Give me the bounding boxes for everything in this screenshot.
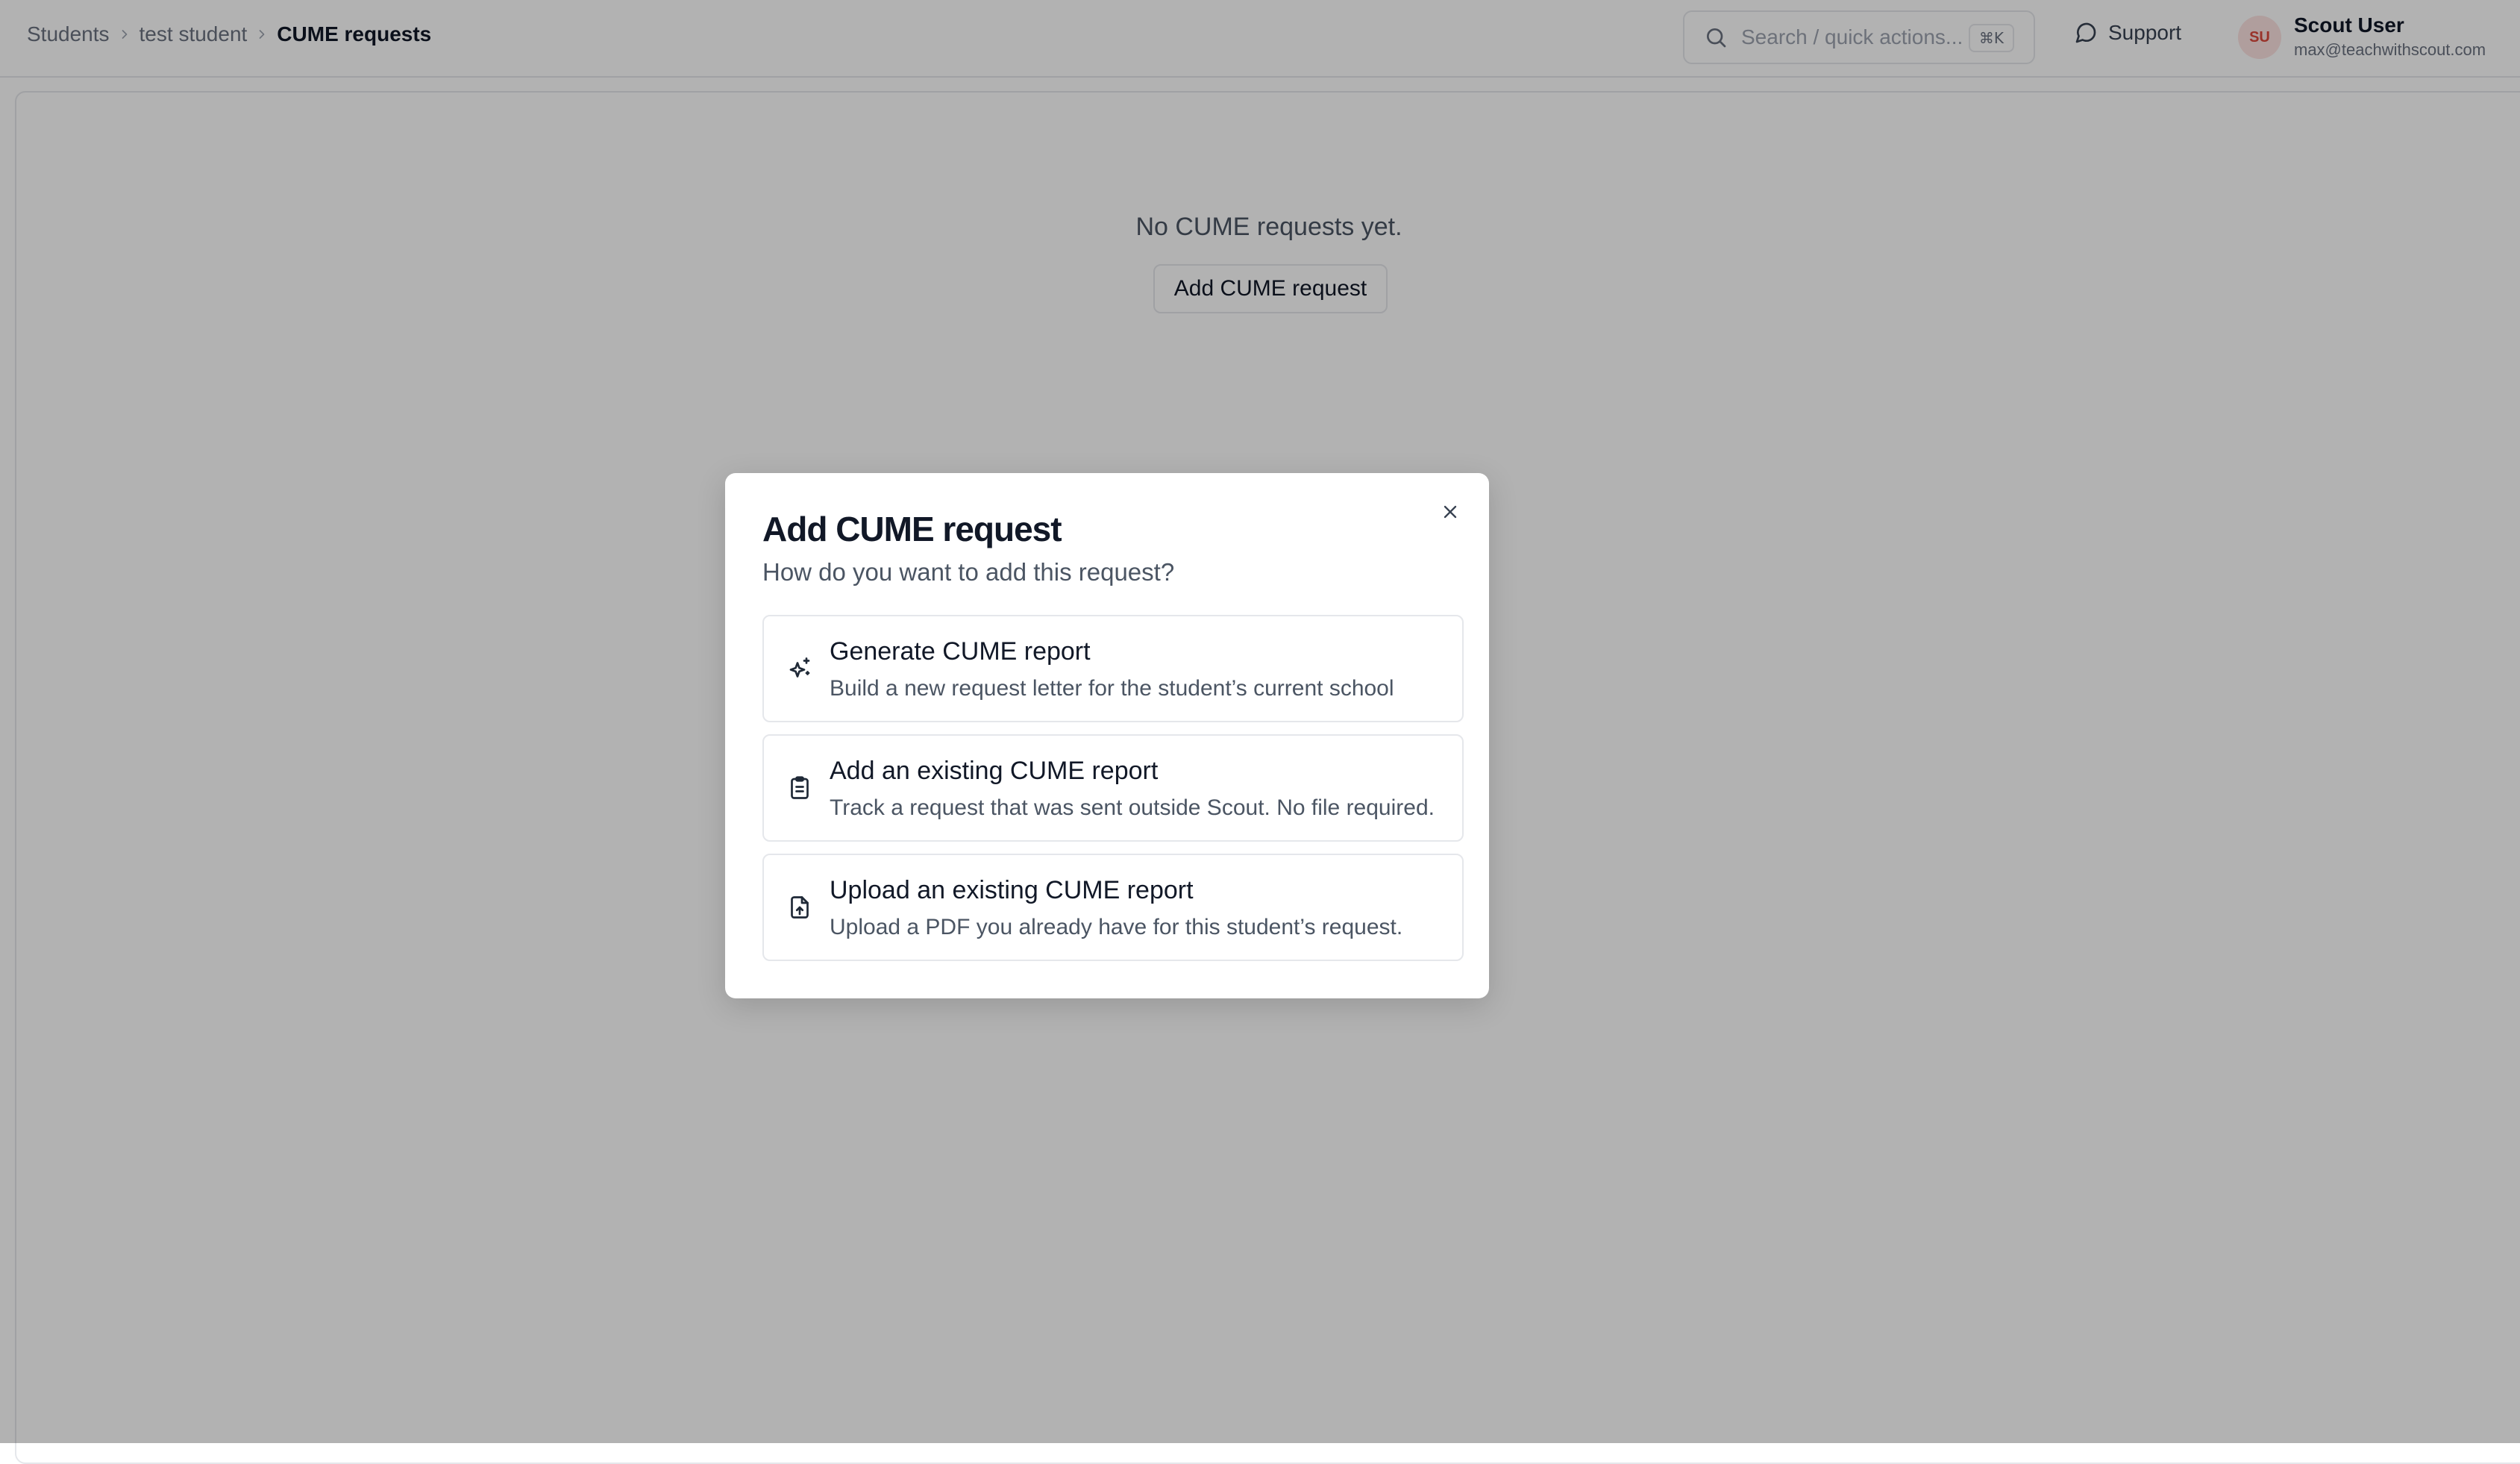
close-button[interactable] bbox=[1435, 497, 1465, 527]
dialog-title: Add CUME request bbox=[762, 510, 1062, 548]
option-title: Add an existing CUME report bbox=[830, 757, 1159, 785]
option-title: Generate CUME report bbox=[830, 637, 1091, 666]
file-upload-icon bbox=[791, 896, 809, 919]
add-existing-cume-report-option[interactable]: Add an existing CUME report Track a requ… bbox=[762, 734, 1464, 842]
option-title: Upload an existing CUME report bbox=[830, 876, 1194, 904]
add-cume-request-dialog: Add CUME request How do you want to add … bbox=[725, 473, 1489, 998]
generate-cume-report-option[interactable]: Generate CUME report Build a new request… bbox=[762, 615, 1464, 722]
option-description: Upload a PDF you already have for this s… bbox=[830, 915, 1403, 939]
sparkles-icon bbox=[789, 657, 810, 678]
option-description: Track a request that was sent outside Sc… bbox=[830, 795, 1435, 820]
upload-existing-cume-report-option[interactable]: Upload an existing CUME report Upload a … bbox=[762, 854, 1464, 961]
clipboard-list-icon bbox=[791, 776, 809, 799]
option-description: Build a new request letter for the stude… bbox=[830, 676, 1394, 701]
dialog-subtitle: How do you want to add this request? bbox=[762, 558, 1175, 586]
close-icon bbox=[1444, 505, 1457, 519]
